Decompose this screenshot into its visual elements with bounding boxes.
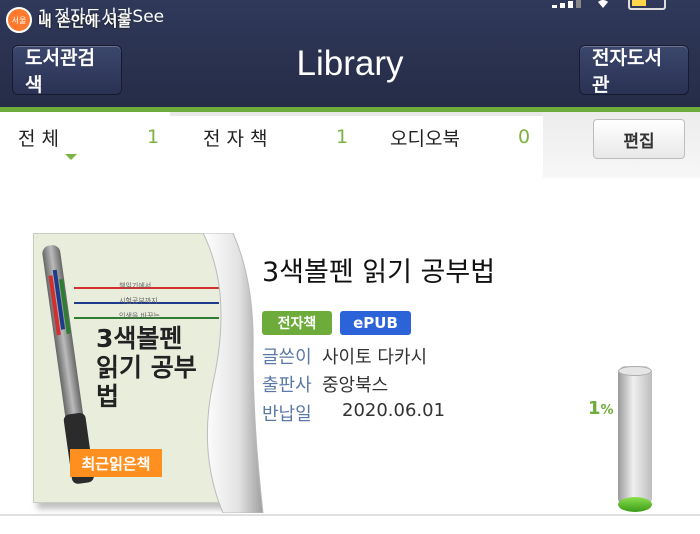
- publisher-value: 중앙북스: [322, 375, 389, 396]
- battery-icon: [628, 0, 666, 10]
- page-curl-icon: [202, 233, 264, 513]
- list-divider: [0, 514, 700, 516]
- top-bar: 1 전자도서관See 서울 내 손안에 서울 도서관검색 Library 전자도…: [0, 0, 700, 107]
- book-title[interactable]: 3색볼펜 읽기 공부법: [262, 250, 495, 289]
- tab-audiobook-count: 0: [518, 126, 531, 148]
- tab-ebook-count: 1: [336, 126, 349, 148]
- tab-all-label: 전 체: [18, 128, 59, 150]
- tab-audiobook-label: 오디오북: [390, 128, 460, 150]
- cover-subtitle-2: 시험공부까지: [119, 297, 158, 305]
- tab-ebook-label: 전 자 책: [203, 128, 268, 150]
- signal-icon: [552, 0, 582, 8]
- seoul-logo: 서울: [6, 7, 32, 33]
- epub-tag: ePUB: [340, 311, 411, 335]
- watermark: 서울 내 손안에 서울: [6, 7, 131, 33]
- ebook-tag: 전자책: [262, 311, 332, 335]
- reading-progress-gauge: [618, 366, 652, 512]
- reading-progress-text: 1%: [588, 398, 614, 419]
- progress-fill: [618, 497, 652, 512]
- cover-subtitle-3: 인생을 바꾸는: [119, 312, 160, 320]
- publisher-label: 출판사: [262, 375, 312, 396]
- e-library-button[interactable]: 전자도서관: [579, 45, 689, 96]
- tab-all-count: 1: [147, 126, 160, 148]
- watermark-text: 내 손안에 서울: [38, 11, 132, 30]
- author-value: 사이토 다카시: [322, 347, 428, 368]
- book-cover[interactable]: 책읽기에서 시험공부까지 인생을 바꾸는 3색볼펜 읽기 공부법 최근읽은책: [33, 233, 264, 513]
- selected-tab-indicator: [65, 154, 77, 160]
- return-date-value: 2020.06.01: [342, 400, 446, 421]
- wifi-icon: [598, 0, 608, 8]
- edit-button[interactable]: 편집: [593, 119, 685, 159]
- cover-subtitle-1: 책읽기에서: [119, 282, 152, 290]
- author-label: 글쓴이: [262, 347, 312, 368]
- recently-read-badge: 최근읽은책: [70, 449, 162, 477]
- return-date-label: 반납일: [262, 404, 312, 425]
